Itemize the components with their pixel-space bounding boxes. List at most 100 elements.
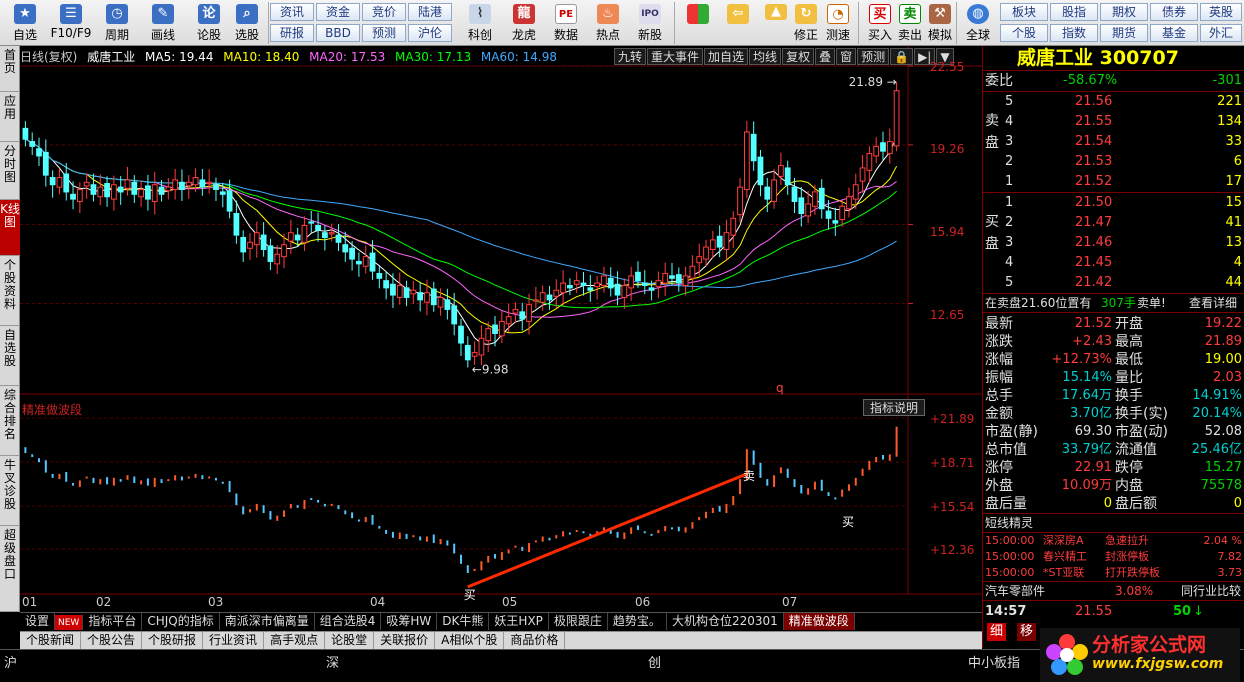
ask-row[interactable]: 2 21.53 6 <box>983 152 1244 172</box>
tab-related[interactable]: 关联报价 <box>374 632 436 649</box>
tab-jixian[interactable]: 极限跟庄 <box>549 613 608 630</box>
ask-row[interactable]: 1 21.52 17 <box>983 172 1244 192</box>
stock-picker-button[interactable]: ⌕ 选股 <box>224 2 270 44</box>
forex-button[interactable]: 外汇 <box>1200 24 1242 42</box>
tab-watchlist[interactable]: 自选股 <box>0 326 20 386</box>
nine-turn-button[interactable]: 九转 <box>614 48 647 65</box>
f10-button[interactable]: ☰ F10/F9 <box>48 2 94 44</box>
tab-expert-views[interactable]: 高手观点 <box>264 632 326 649</box>
tab-forum[interactable]: 论股堂 <box>325 632 375 649</box>
tab-apps[interactable]: 应用 <box>0 92 20 142</box>
sh-index[interactable]: 沪 <box>4 652 17 671</box>
hk-connect-button[interactable]: 陆港 <box>408 3 452 21</box>
adjust-button[interactable]: 复权 <box>782 48 815 65</box>
tab-nanpai[interactable]: 南派深市偏离量 <box>220 613 315 630</box>
bid-row[interactable]: 3 21.46 13 <box>983 233 1244 253</box>
forecast-button[interactable]: 预测 <box>362 24 406 42</box>
tab-dk[interactable]: DK牛熊 <box>437 613 490 630</box>
bonds-button[interactable]: 债券 <box>1150 3 1198 21</box>
tab-xichou[interactable]: 吸筹HW <box>381 613 438 630</box>
tab-chjq[interactable]: CHJQ的指标 <box>142 613 220 630</box>
star-market-button[interactable]: ⌇ 科创 <box>460 2 500 44</box>
kline-chart[interactable]: 21.89 → ←9.98 q 买 卖买 日线(复权) 威唐工业 MA5: 19.44 … <box>20 46 982 612</box>
ask-row[interactable]: 5 21.56 221 <box>983 92 1244 112</box>
stat-value: 14.91% <box>1192 388 1242 403</box>
indices-button[interactable]: 指数 <box>1050 24 1098 42</box>
tab-diagnosis[interactable]: 牛叉诊股 <box>0 456 20 526</box>
tab-super-quote[interactable]: 超级盘口 <box>0 526 20 612</box>
futures-button[interactable]: 期货 <box>1100 24 1148 42</box>
tab-indicator-platform[interactable]: 指标平台 <box>83 613 143 630</box>
auction-button[interactable]: 竞价 <box>362 3 406 21</box>
bbd-button[interactable]: BBD <box>316 24 360 42</box>
lock-icon[interactable]: 🔒 <box>890 48 914 65</box>
window-button[interactable]: 窗 <box>836 48 857 65</box>
research-button[interactable]: 研报 <box>270 24 314 42</box>
sz-index[interactable]: 深 <box>326 652 339 671</box>
uk-stocks-button[interactable]: 英股 <box>1200 3 1242 21</box>
simulate-button[interactable]: ⚒ 模拟 <box>920 2 960 44</box>
tab-ranking[interactable]: 综合排名 <box>0 386 20 456</box>
news-button[interactable]: 资讯 <box>270 3 314 21</box>
bid-row[interactable]: 2 21.47 41 <box>983 213 1244 233</box>
sme-index[interactable]: 中小板指 <box>968 652 1020 671</box>
cy-index[interactable]: 创 <box>648 652 661 671</box>
options-button[interactable]: 期权 <box>1100 3 1148 21</box>
tab-reports[interactable]: 个股研报 <box>142 632 204 649</box>
ask-row[interactable]: 3 21.54 33 <box>983 132 1244 152</box>
sector-row[interactable]: 汽车零部件 3.08% 同行业比较 <box>983 582 1244 600</box>
ipo-button[interactable]: IPO 新股 <box>630 2 670 44</box>
industry-compare-link[interactable]: 同行业比较 <box>1181 582 1241 600</box>
sector-button[interactable]: 板块 <box>1000 3 1048 21</box>
tab-qushibao[interactable]: 趋势宝。 <box>608 613 667 630</box>
major-events-button[interactable]: 重大事件 <box>647 48 704 65</box>
tab-bodian[interactable]: 精准做波段 <box>783 613 855 630</box>
tab-settings[interactable]: 设置 <box>20 613 56 630</box>
layout-button[interactable] <box>678 2 718 44</box>
bid-row[interactable]: 1 21.50 15 <box>983 193 1244 213</box>
last-tick-row: 14:57 21.55 50 ↓ <box>983 601 1244 623</box>
tab-announcements[interactable]: 个股公告 <box>81 632 143 649</box>
back-button[interactable]: ⇦ <box>718 2 758 44</box>
tab-kline[interactable]: K线图 <box>0 200 20 256</box>
period-button[interactable]: ◷ 周期 <box>94 2 140 44</box>
elf-row[interactable]: 15:00:00 深深房A 急速拉升 2.04 % <box>983 533 1244 549</box>
draw-button[interactable]: ✎ 画线 <box>140 2 186 44</box>
view-detail-link[interactable]: 查看详细 <box>1189 294 1237 312</box>
ma-button[interactable]: 均线 <box>749 48 782 65</box>
tab-institution[interactable]: 大机构仓位220301 <box>667 613 784 630</box>
move-tab[interactable]: 移 <box>1017 623 1037 641</box>
tab-profile[interactable]: 个股资料 <box>0 256 20 326</box>
add-watch-button[interactable]: 加自选 <box>704 48 749 65</box>
watchlist-button[interactable]: ★ 自选 <box>2 2 48 44</box>
shanghai-london-button[interactable]: 沪伦 <box>408 24 452 42</box>
tab-industry-news[interactable]: 行业资讯 <box>203 632 265 649</box>
stocks-button[interactable]: 个股 <box>1000 24 1048 42</box>
tab-yaowang[interactable]: 妖王HXP <box>489 613 549 630</box>
tab-intraday[interactable]: 分时图 <box>0 142 20 200</box>
index-futures-button[interactable]: 股指 <box>1050 3 1098 21</box>
kline-canvas[interactable]: 21.89 → ←9.98 q 买 卖买 <box>20 46 982 612</box>
fund-button[interactable]: 资金 <box>316 3 360 21</box>
tab-home[interactable]: 首页 <box>0 46 20 92</box>
funds-button[interactable]: 基金 <box>1150 24 1198 42</box>
detail-tab[interactable]: 细 <box>987 623 1007 641</box>
elf-row[interactable]: 15:00:00 春兴精工 封涨停板 7.82 <box>983 549 1244 565</box>
indicator-help-button[interactable]: 指标说明 <box>863 399 926 416</box>
ask-row[interactable]: 4 21.55 134 <box>983 112 1244 132</box>
tab-stock-news[interactable]: 个股新闻 <box>20 632 82 649</box>
tab-commodities[interactable]: 商品价格 <box>504 632 566 649</box>
data-button[interactable]: PE 数据 <box>546 2 586 44</box>
bid-row[interactable]: 4 21.45 4 <box>983 253 1244 273</box>
speedtest-button[interactable]: ◔ 测速 <box>818 2 858 44</box>
global-button[interactable]: ◍ 全球 <box>958 2 998 44</box>
tab-similar[interactable]: A相似个股 <box>435 632 505 649</box>
order-notice[interactable]: 在卖盘21.60位置有 307手 卖单! 查看详细 <box>983 294 1244 312</box>
predict-button[interactable]: 预测 <box>857 48 890 65</box>
tab-combo4[interactable]: 组合选股4 <box>315 613 382 630</box>
hotspot-button[interactable]: ♨ 热点 <box>588 2 628 44</box>
elf-row[interactable]: 15:00:00 *ST亚联 打开跌停板 3.73 <box>983 565 1244 581</box>
dragon-tiger-button[interactable]: 龍龙虎 <box>504 2 544 44</box>
bid-row[interactable]: 5 21.42 44 <box>983 273 1244 293</box>
overlay-button[interactable]: 叠 <box>815 48 836 65</box>
